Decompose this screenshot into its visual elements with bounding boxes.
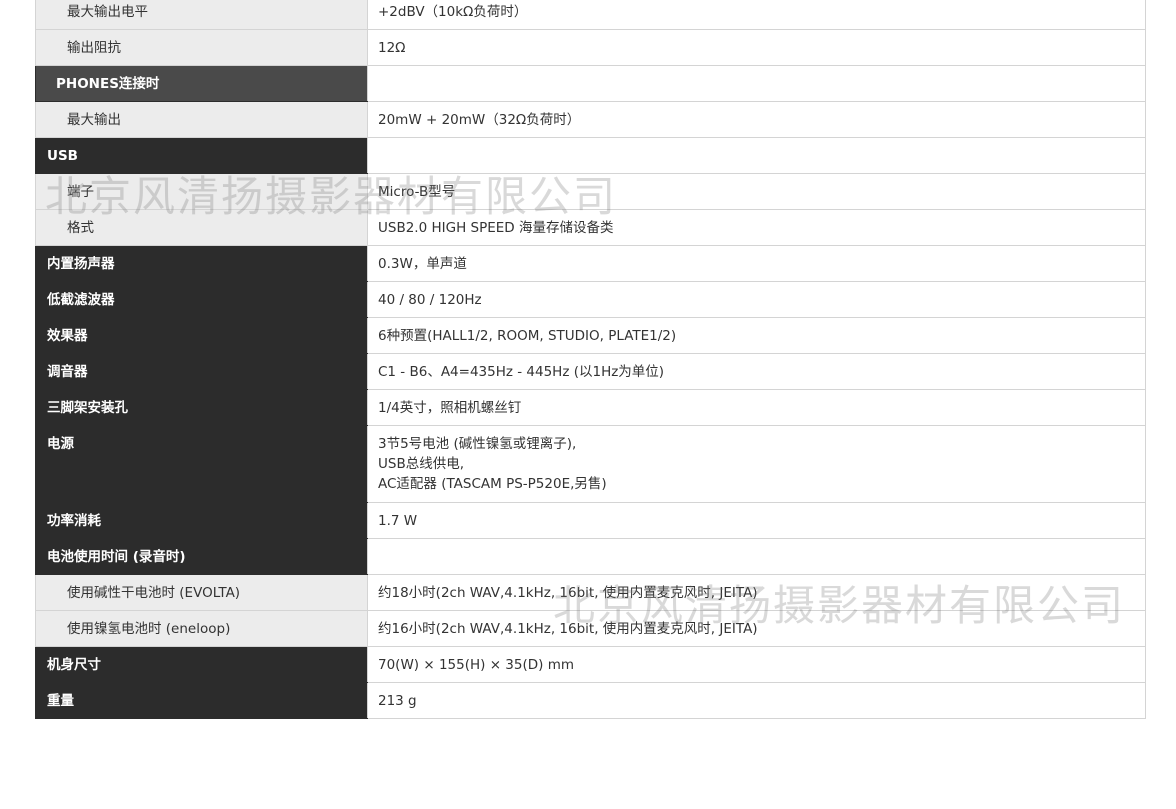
spec-value — [367, 538, 1146, 575]
spec-label: 内置扬声器 — [35, 245, 368, 282]
spec-value: 70(W) × 155(H) × 35(D) mm — [367, 646, 1146, 683]
spec-row: 使用碱性干电池时 (EVOLTA) 约18小时(2ch WAV,4.1kHz, 1… — [35, 574, 1146, 611]
spec-sublabel: 使用碱性干电池时 (EVOLTA) — [35, 574, 368, 611]
spec-value: 40 / 80 / 120Hz — [367, 281, 1146, 318]
spec-label: 调音器 — [35, 353, 368, 390]
spec-row: 低截滤波器 40 / 80 / 120Hz — [35, 281, 1146, 318]
spec-label: 机身尺寸 — [35, 646, 368, 683]
spec-sublabel: 最大输出电平 — [35, 0, 368, 30]
spec-value: 1.7 W — [367, 502, 1146, 539]
spec-value: 6种预置(HALL1/2, ROOM, STUDIO, PLATE1/2) — [367, 317, 1146, 354]
spec-row: 电池使用时间 (录音时) — [35, 538, 1146, 575]
spec-row: 机身尺寸 70(W) × 155(H) × 35(D) mm — [35, 646, 1146, 683]
spec-row: 三脚架安装孔 1/4英寸，照相机螺丝钉 — [35, 389, 1146, 426]
spec-value: +2dBV（10kΩ负荷时） — [367, 0, 1146, 30]
spec-label: 重量 — [35, 682, 368, 719]
spec-value: 20mW + 20mW（32Ω负荷时） — [367, 101, 1146, 138]
spec-row: 内置扬声器 0.3W，单声道 — [35, 245, 1146, 282]
spec-value: Micro-B型号 — [367, 173, 1146, 210]
spec-label: 低截滤波器 — [35, 281, 368, 318]
spec-row: 端子 Micro-B型号 — [35, 173, 1146, 210]
spec-value: 1/4英寸，照相机螺丝钉 — [367, 389, 1146, 426]
spec-row: 电源 3节5号电池 (碱性镍氢或锂离子), USB总线供电, AC适配器 (TAS… — [35, 425, 1146, 503]
spec-row: 最大输出电平 +2dBV（10kΩ负荷时） — [35, 0, 1146, 30]
spec-row: 格式 USB2.0 HIGH SPEED 海量存储设备类 — [35, 209, 1146, 246]
spec-value: 213 g — [367, 682, 1146, 719]
spec-value: 约16小时(2ch WAV,4.1kHz, 16bit, 使用内置麦克风时, J… — [367, 610, 1146, 647]
spec-sublabel: 端子 — [35, 173, 368, 210]
spec-label: USB — [35, 137, 368, 174]
spec-row: 输出阻抗 12Ω — [35, 29, 1146, 66]
spec-value: 12Ω — [367, 29, 1146, 66]
spec-row: 效果器 6种预置(HALL1/2, ROOM, STUDIO, PLATE1/2) — [35, 317, 1146, 354]
spec-label: 三脚架安装孔 — [35, 389, 368, 426]
spec-value: 3节5号电池 (碱性镍氢或锂离子), USB总线供电, AC适配器 (TASCA… — [367, 425, 1146, 503]
spec-row: 使用镍氢电池时 (eneloop) 约16小时(2ch WAV,4.1kHz, 1… — [35, 610, 1146, 647]
spec-table: 最大输出电平 +2dBV（10kΩ负荷时） 输出阻抗 12Ω PHONES连接时 最大输出… — [35, 0, 1146, 719]
spec-value — [367, 65, 1146, 102]
spec-label: 电池使用时间 (录音时) — [35, 538, 368, 575]
spec-value: C1 - B6、A4=435Hz - 445Hz (以1Hz为单位) — [367, 353, 1146, 390]
spec-row: USB — [35, 137, 1146, 174]
spec-row: 调音器 C1 - B6、A4=435Hz - 445Hz (以1Hz为单位) — [35, 353, 1146, 390]
spec-label: 功率消耗 — [35, 502, 368, 539]
spec-value: 约18小时(2ch WAV,4.1kHz, 16bit, 使用内置麦克风时, J… — [367, 574, 1146, 611]
spec-sublabel: 使用镍氢电池时 (eneloop) — [35, 610, 368, 647]
spec-sublabel: 最大输出 — [35, 101, 368, 138]
spec-label: PHONES连接时 — [35, 65, 368, 102]
spec-value: 0.3W，单声道 — [367, 245, 1146, 282]
spec-value — [367, 137, 1146, 174]
spec-row: 功率消耗 1.7 W — [35, 502, 1146, 539]
spec-row: PHONES连接时 — [35, 65, 1146, 102]
spec-sublabel: 输出阻抗 — [35, 29, 368, 66]
spec-label: 电源 — [35, 425, 368, 503]
spec-value: USB2.0 HIGH SPEED 海量存储设备类 — [367, 209, 1146, 246]
spec-sublabel: 格式 — [35, 209, 368, 246]
spec-row: 重量 213 g — [35, 682, 1146, 719]
spec-row: 最大输出 20mW + 20mW（32Ω负荷时） — [35, 101, 1146, 138]
spec-label: 效果器 — [35, 317, 368, 354]
